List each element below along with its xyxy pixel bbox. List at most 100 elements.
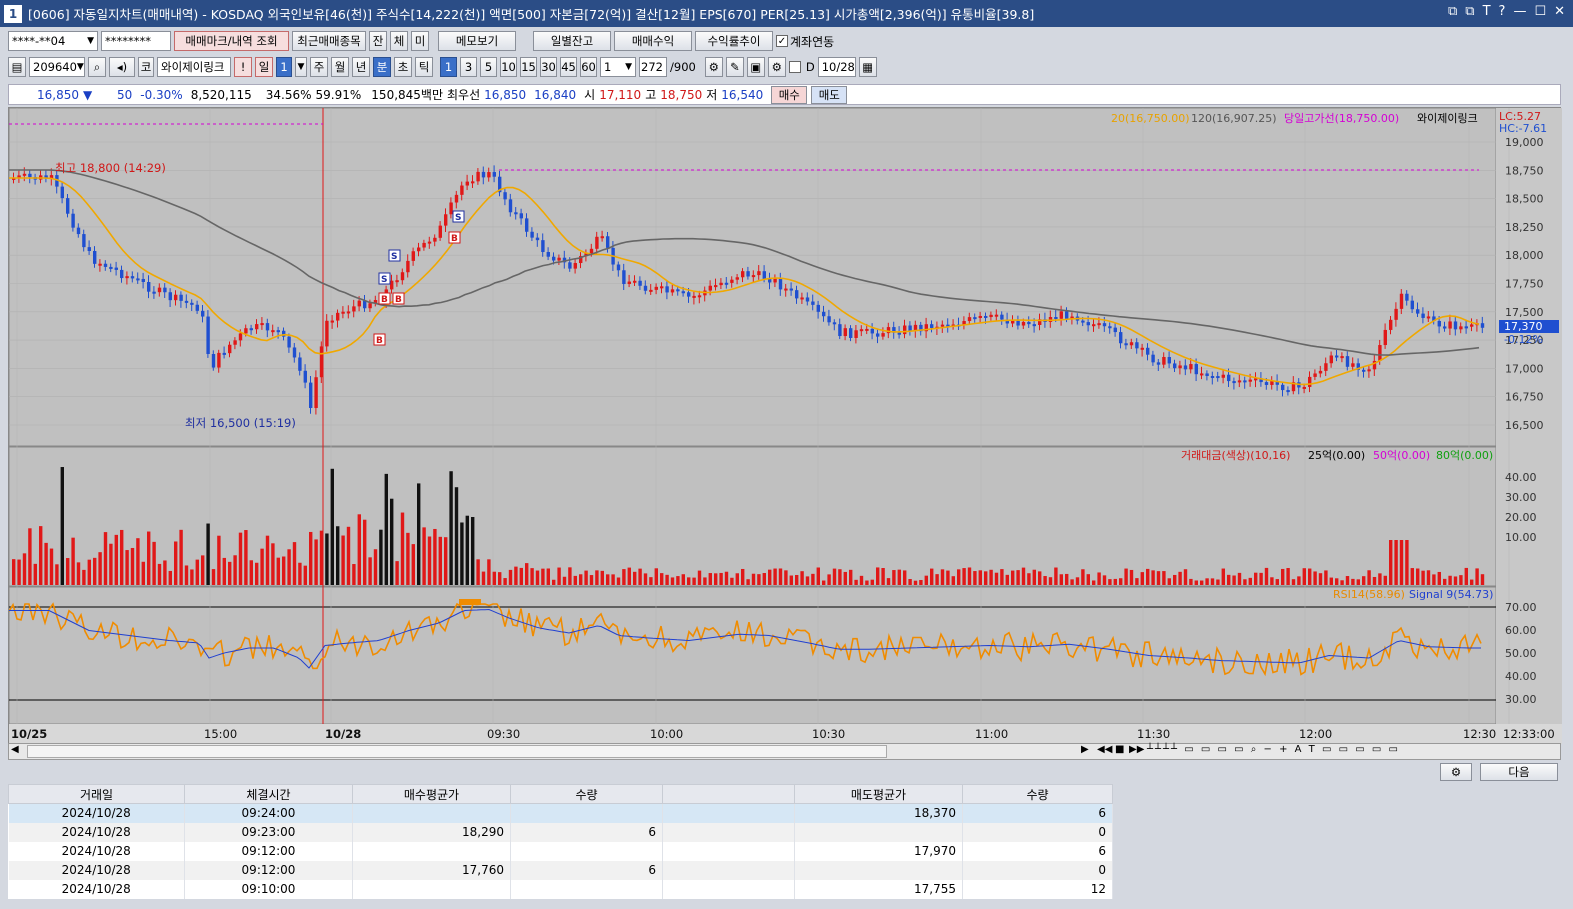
trade-profit-button[interactable]: 매매수익: [614, 31, 692, 51]
minute-5[interactable]: 5: [480, 57, 497, 77]
account-value: ****-**04: [12, 34, 66, 48]
chart-svg[interactable]: SBSBSBB 19,00018,75018,50018,25018,00017…: [9, 108, 1562, 744]
chart-scrollbar[interactable]: ◀ ▶ ◀◀ ■ ▶▶ ┴┴┴┴ ▭ ▭ ▭ ▭ ⌕ − + A T ▭ ▭ ▭…: [8, 743, 1561, 760]
volume-bar: [49, 548, 54, 585]
speaker-icon[interactable]: ◂): [109, 57, 135, 77]
minute-30[interactable]: 30: [540, 57, 557, 77]
cell-time: 09:23:00: [184, 822, 353, 842]
candle-body: [557, 257, 561, 261]
sell-button[interactable]: 매도: [811, 85, 848, 104]
font-icon[interactable]: T: [1483, 4, 1491, 19]
chart-type-icon[interactable]: ▤: [8, 57, 26, 77]
time-label: 12:33:00: [1503, 727, 1555, 741]
volume-bar: [60, 467, 64, 585]
volume-bar: [519, 567, 523, 585]
volume-bar: [1151, 570, 1155, 585]
next-button[interactable]: 다음: [1480, 763, 1558, 781]
trade-mark: S: [388, 249, 401, 262]
maximize-icon[interactable]: ☐: [1534, 4, 1546, 19]
period-day[interactable]: 일: [255, 57, 273, 77]
chart-area[interactable]: SBSBSBB 19,000 18,750 18,500 18,250 18,000 17…: [8, 107, 1562, 744]
password-field[interactable]: ********: [101, 31, 171, 51]
candle-body: [724, 282, 729, 285]
minute-15[interactable]: 15: [520, 57, 537, 77]
cell-date: 2024/10/28: [8, 841, 185, 861]
tool-icon[interactable]: ✎: [725, 57, 744, 77]
cell-buy-qty: [510, 879, 663, 899]
rewind-icon[interactable]: ◀◀: [1097, 744, 1112, 755]
help-icon[interactable]: ?: [1499, 4, 1506, 19]
volume-bar: [1254, 572, 1258, 585]
candle-body: [616, 264, 621, 271]
date-checkbox[interactable]: [788, 61, 801, 73]
period-day-count[interactable]: 1: [276, 57, 292, 77]
calendar-icon[interactable]: ▦: [858, 57, 877, 77]
account-link-toggle[interactable]: ✓ 계좌연동: [776, 33, 834, 50]
rsi-overbought-marker: [459, 599, 481, 605]
scroll-left-icon[interactable]: ◀: [11, 744, 19, 755]
candle-body: [76, 227, 81, 235]
minimize-icon[interactable]: —: [1513, 4, 1526, 19]
executed-button[interactable]: 체: [390, 31, 408, 51]
stock-code-value: 209640: [33, 60, 77, 74]
count-total: /900: [670, 60, 696, 74]
stock-code-input[interactable]: 209640 ▼: [29, 57, 85, 77]
recent-trades-button[interactable]: 최근매매종목: [292, 31, 366, 51]
period-tick[interactable]: 틱: [415, 57, 433, 77]
chevron-down-icon[interactable]: ▼: [295, 57, 307, 77]
period-month[interactable]: 월: [331, 57, 349, 77]
trade-mark-query-button[interactable]: 매매마크/내역 조회: [174, 31, 289, 51]
settings-icon[interactable]: ⚙: [704, 57, 723, 77]
restore-icon[interactable]: ⧉: [1448, 4, 1457, 19]
stop-icon[interactable]: ■: [1115, 744, 1124, 755]
table-row[interactable]: 2024/10/28 09:24:00 18,370 6: [8, 803, 1113, 823]
daily-balance-button[interactable]: 일별잔고: [533, 31, 611, 51]
candle-body: [849, 328, 853, 338]
period-second[interactable]: 초: [394, 57, 412, 77]
interval-select[interactable]: 1 ▼: [600, 57, 636, 77]
alert-button[interactable]: !: [234, 57, 252, 77]
tile-icon[interactable]: ⧉: [1465, 4, 1474, 19]
period-minute[interactable]: 분: [373, 57, 391, 77]
save-icon[interactable]: ▣: [746, 57, 765, 77]
period-week[interactable]: 주: [310, 57, 328, 77]
buy-button[interactable]: 매수: [771, 85, 808, 104]
table-row[interactable]: 2024/10/28 09:12:00 17,970 6: [8, 841, 1113, 861]
balance-button[interactable]: 잔: [369, 31, 387, 51]
volume-bar: [357, 514, 361, 585]
memo-button[interactable]: 메모보기: [438, 31, 516, 51]
minute-3[interactable]: 3: [460, 57, 477, 77]
volume-bar: [12, 559, 16, 585]
gear-icon[interactable]: ⚙: [767, 57, 786, 77]
minute-45[interactable]: 45: [560, 57, 577, 77]
scroll-thumb[interactable]: [27, 745, 887, 758]
drawing-tools-icon[interactable]: ┴┴┴┴ ▭ ▭ ▭ ▭ ⌕ − + A T ▭ ▭ ▭ ▭ ▭: [1147, 744, 1400, 755]
candle-body: [238, 333, 243, 341]
gear-icon[interactable]: ⚙: [1440, 763, 1472, 781]
unfilled-button[interactable]: 미: [411, 31, 429, 51]
table-row[interactable]: 2024/10/28 09:23:00 18,290 6 0: [8, 822, 1113, 842]
scroll-right-icon[interactable]: ▶: [1081, 744, 1089, 755]
minute-10[interactable]: 10: [500, 57, 517, 77]
table-row[interactable]: 2024/10/28 09:12:00 17,760 6 0: [8, 860, 1113, 880]
candle-body: [28, 173, 32, 178]
minute-60[interactable]: 60: [580, 57, 597, 77]
account-select[interactable]: ****-**04 ▼: [8, 31, 98, 51]
candle-body: [325, 320, 329, 347]
candle-body: [201, 310, 205, 317]
volume-bar: [1162, 571, 1166, 585]
minute-1[interactable]: 1: [440, 57, 457, 77]
date-input[interactable]: 10/28: [817, 57, 856, 77]
volume-bar: [395, 561, 399, 585]
return-trend-button[interactable]: 수익률추이: [695, 31, 773, 51]
best-ask: 16,840: [534, 87, 577, 102]
volume-bar: [746, 579, 750, 585]
hc-value: HC:-7.61: [1499, 122, 1547, 135]
forward-icon[interactable]: ▶▶: [1129, 744, 1144, 755]
volume-bar: [481, 571, 486, 585]
close-icon[interactable]: ✕: [1554, 4, 1565, 19]
count-input[interactable]: 272: [639, 57, 667, 77]
period-year[interactable]: 년: [352, 57, 370, 77]
table-row[interactable]: 2024/10/28 09:10:00 17,755 12: [8, 879, 1113, 899]
search-icon[interactable]: ⌕: [88, 57, 106, 77]
